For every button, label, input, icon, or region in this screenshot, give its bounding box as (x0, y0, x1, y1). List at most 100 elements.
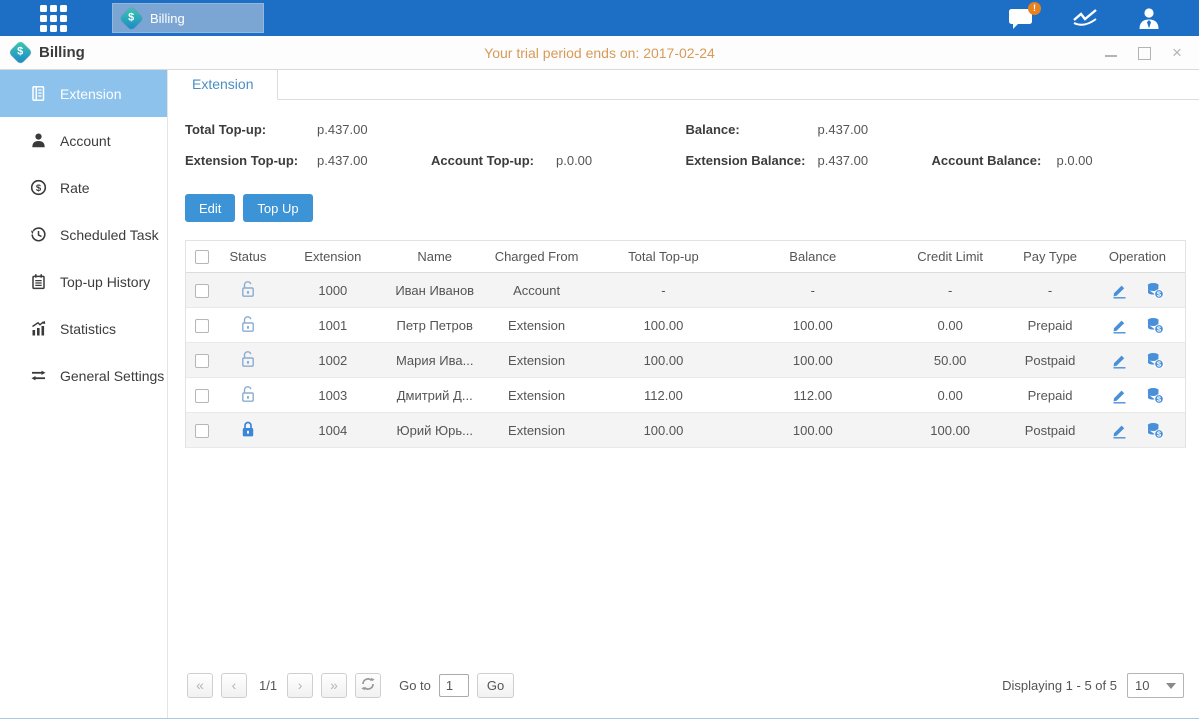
window-title: Billing (39, 44, 85, 61)
next-page-button[interactable]: › (287, 673, 313, 698)
sidebar-item-rate[interactable]: $ Rate (0, 164, 167, 211)
credit-limit: 100.00 (890, 423, 1010, 438)
extension-name: Иван Иванов (388, 283, 482, 298)
top-up-row-icon[interactable]: $ (1146, 317, 1164, 334)
unlocked-icon[interactable] (240, 350, 256, 368)
edit-button[interactable]: Edit (185, 194, 235, 222)
balance: 100.00 (735, 318, 890, 333)
unlocked-icon[interactable] (240, 280, 256, 298)
first-page-button[interactable]: « (187, 673, 213, 698)
row-checkbox[interactable] (195, 354, 209, 368)
locked-icon[interactable] (240, 420, 256, 438)
extension-number: 1000 (278, 283, 388, 298)
row-checkbox[interactable] (195, 424, 209, 438)
top-up-row-icon[interactable]: $ (1146, 387, 1164, 404)
system-topbar: $ Billing ! (0, 0, 1199, 36)
balance: 100.00 (735, 353, 890, 368)
edit-row-icon[interactable] (1111, 387, 1128, 404)
tabstrip: Extension (168, 70, 1199, 100)
app-launcher-grid-icon[interactable] (36, 4, 70, 32)
balance: - (735, 283, 890, 298)
svg-text:$: $ (36, 183, 42, 194)
goto-page-input[interactable] (439, 674, 469, 697)
credit-limit: 0.00 (890, 388, 1010, 403)
credit-limit: 50.00 (890, 353, 1010, 368)
extension-table: Status Extension Name Charged From Total… (185, 240, 1186, 448)
top-up-row-icon[interactable]: $ (1146, 352, 1164, 369)
edit-row-icon[interactable] (1111, 282, 1128, 299)
topup-history-icon (30, 273, 47, 290)
pagination-bar: « ‹ 1/1 › » Go to Go Displaying (185, 669, 1186, 704)
sidebar-item-extension[interactable]: Extension (0, 70, 167, 117)
unlocked-icon[interactable] (240, 315, 256, 333)
row-checkbox[interactable] (195, 284, 209, 298)
account-topup-value: p.0.00 (556, 153, 670, 168)
balance: 112.00 (735, 388, 890, 403)
credit-limit: 0.00 (890, 318, 1010, 333)
extension-number: 1004 (278, 423, 388, 438)
chevron-down-icon (1166, 683, 1176, 689)
page-size-value: 10 (1135, 678, 1166, 693)
charged-from: Extension (482, 353, 592, 368)
charged-from: Extension (482, 388, 592, 403)
last-page-button[interactable]: » (321, 673, 347, 698)
extension-topup-label: Extension Top-up: (185, 153, 317, 168)
sidebar-item-statistics[interactable]: Statistics (0, 305, 167, 352)
billing-app-icon: $ (8, 40, 32, 64)
pay-type: Prepaid (1010, 388, 1090, 403)
close-icon[interactable]: × (1169, 46, 1185, 60)
sidebar-item-scheduled-task[interactable]: Scheduled Task (0, 211, 167, 258)
window-titlebar: Your trial period ends on: 2017-02-24 $ … (0, 36, 1199, 70)
extension-balance-value: p.437.00 (818, 153, 932, 168)
sidebar-item-account[interactable]: Account (0, 117, 167, 164)
extension-name: Петр Петров (388, 318, 482, 333)
messages-icon[interactable]: ! (1008, 7, 1034, 30)
extension-icon (30, 85, 47, 102)
total-topup: 100.00 (592, 423, 736, 438)
resource-monitor-icon[interactable] (1072, 7, 1099, 29)
edit-row-icon[interactable] (1111, 422, 1128, 439)
maximize-icon[interactable] (1136, 46, 1152, 60)
pay-type: Postpaid (1010, 353, 1090, 368)
balance-summary: Total Top-up: p.437.00 Extension Top-up:… (185, 114, 1186, 176)
extension-number: 1003 (278, 388, 388, 403)
balance-value: p.437.00 (818, 122, 932, 137)
table-row[interactable]: 1004 Юрий Юрь... Extension 100.00 100.00… (186, 413, 1185, 448)
edit-row-icon[interactable] (1111, 317, 1128, 334)
sidebar-item-general-settings[interactable]: General Settings (0, 352, 167, 399)
rate-icon: $ (30, 179, 47, 196)
table-row[interactable]: 1002 Мария Ива... Extension 100.00 100.0… (186, 343, 1185, 378)
edit-row-icon[interactable] (1111, 352, 1128, 369)
go-button[interactable]: Go (477, 673, 514, 698)
pay-type: Postpaid (1010, 423, 1090, 438)
notification-badge: ! (1028, 2, 1041, 15)
top-up-row-icon[interactable]: $ (1146, 282, 1164, 299)
row-checkbox[interactable] (195, 319, 209, 333)
total-topup: 112.00 (592, 388, 736, 403)
statistics-icon (30, 320, 47, 337)
unlocked-icon[interactable] (240, 385, 256, 403)
select-all-checkbox[interactable] (195, 250, 209, 264)
page-size-select[interactable]: 10 (1127, 673, 1184, 698)
extension-balance-label: Extension Balance: (686, 153, 818, 168)
row-checkbox[interactable] (195, 389, 209, 403)
table-row[interactable]: 1001 Петр Петров Extension 100.00 100.00… (186, 308, 1185, 343)
extension-name: Юрий Юрь... (388, 423, 482, 438)
table-row[interactable]: 1000 Иван Иванов Account - - - - (186, 273, 1185, 308)
balance: 100.00 (735, 423, 890, 438)
extension-number: 1001 (278, 318, 388, 333)
sidebar-item-topup-history[interactable]: Top-up History (0, 258, 167, 305)
prev-page-button[interactable]: ‹ (221, 673, 247, 698)
taskbar-tab-billing[interactable]: $ Billing (112, 3, 264, 33)
top-up-row-icon[interactable]: $ (1146, 422, 1164, 439)
user-account-icon[interactable] (1137, 6, 1161, 30)
table-row[interactable]: 1003 Дмитрий Д... Extension 112.00 112.0… (186, 378, 1185, 413)
minimize-icon[interactable] (1103, 46, 1119, 60)
account-topup-label: Account Top-up: (431, 153, 556, 168)
tab-extension[interactable]: Extension (168, 70, 278, 100)
refresh-button[interactable] (355, 673, 381, 698)
refresh-icon (361, 677, 375, 691)
top-up-button[interactable]: Top Up (243, 194, 312, 222)
total-topup: - (592, 283, 736, 298)
pay-type: - (1010, 283, 1090, 298)
